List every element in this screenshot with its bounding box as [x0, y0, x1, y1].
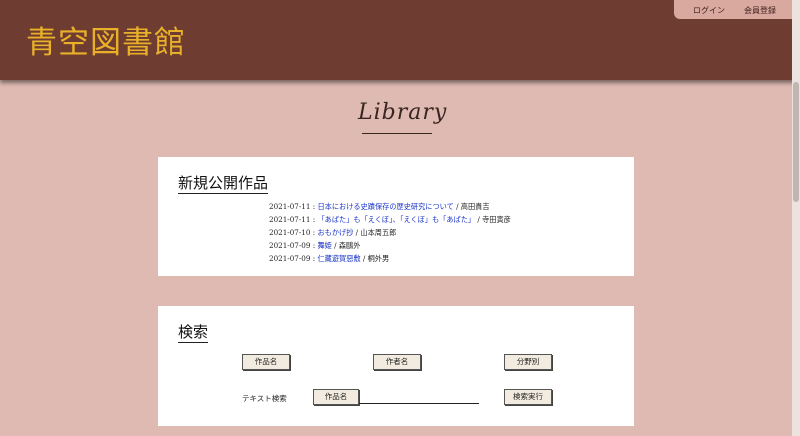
work-date: 2021-07-11 :: [269, 215, 318, 224]
search-heading: 検索: [178, 323, 209, 343]
search-input[interactable]: [359, 389, 479, 404]
work-date: 2021-07-09 :: [269, 254, 318, 263]
search-run-button[interactable]: 検索実行: [504, 389, 552, 405]
list-item: 2021-07-09 : 仁藏遊賀惡敷 / 桐外男: [269, 252, 511, 265]
work-author: / 山本周五郎: [353, 228, 397, 237]
login-link[interactable]: ログイン: [693, 5, 725, 16]
work-author: / 森鷗外: [331, 241, 361, 250]
site-title[interactable]: 青空図書館: [26, 17, 186, 62]
work-date: 2021-07-11 :: [269, 202, 318, 211]
auth-tab: ログイン 会員登録: [674, 0, 798, 19]
text-search-label: テキスト検索: [242, 394, 287, 403]
work-author: / 高田貴吉: [453, 202, 490, 211]
new-works-heading: 新規公開作品: [178, 174, 269, 194]
category-button[interactable]: 分野別: [504, 354, 552, 370]
work-title-link[interactable]: 「あばた」も「えくぼ」、「えくぼ」も「あばた」: [317, 215, 475, 224]
title-index-button[interactable]: 作品名: [242, 354, 290, 370]
search-panel: 検索 作品名 作者名 分野別 テキスト検索 作品名 検索実行: [158, 306, 634, 426]
new-works-list: 2021-07-11 : 日本における史蹟保存の歴史研究について / 高田貴吉 …: [269, 200, 511, 265]
new-works-panel: 新規公開作品 2021-07-11 : 日本における史蹟保存の歴史研究について …: [158, 157, 634, 276]
signup-link[interactable]: 会員登録: [744, 5, 776, 16]
list-item: 2021-07-11 : 日本における史蹟保存の歴史研究について / 高田貴吉: [269, 200, 511, 213]
scrollbar[interactable]: [792, 0, 800, 436]
search-field-select[interactable]: 作品名: [313, 389, 359, 405]
work-date: 2021-07-09 :: [269, 241, 318, 250]
library-logo: Library: [358, 100, 448, 125]
list-item: 2021-07-11 : 「あばた」も「えくぼ」、「えくぼ」も「あばた」 / 寺…: [269, 213, 511, 226]
list-item: 2021-07-09 : 舞姫 / 森鷗外: [269, 239, 511, 252]
work-title-link[interactable]: おもかげ抄: [317, 228, 353, 237]
work-title-link[interactable]: 舞姫: [317, 241, 331, 250]
list-item: 2021-07-10 : おもかげ抄 / 山本周五郎: [269, 226, 511, 239]
work-title-link[interactable]: 日本における史蹟保存の歴史研究について: [317, 202, 453, 211]
scroll-thumb[interactable]: [793, 82, 799, 202]
work-title-link[interactable]: 仁藏遊賀惡敷: [317, 254, 360, 263]
work-author: / 寺田寅彦: [475, 215, 511, 224]
logo-underline: [362, 133, 432, 134]
work-date: 2021-07-10 :: [269, 228, 318, 237]
author-index-button[interactable]: 作者名: [373, 354, 421, 370]
work-author: / 桐外男: [360, 254, 390, 263]
